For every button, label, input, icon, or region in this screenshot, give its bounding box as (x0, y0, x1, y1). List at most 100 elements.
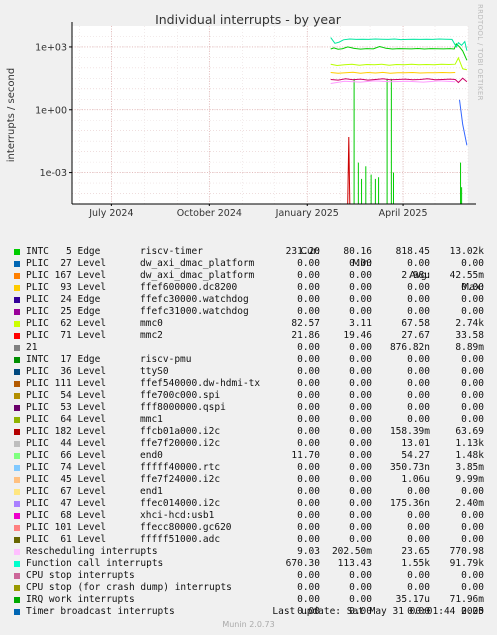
legend-min: 0.00 (349, 486, 372, 497)
legend-max: 770.98 (449, 546, 484, 557)
legend-cur: 0.00 (297, 402, 320, 413)
legend-avg: 0.00 (407, 294, 430, 305)
y-tick-label: 1e+00 (35, 105, 67, 116)
legend-source: INTC 17 Edge (26, 354, 101, 365)
legend-min: 202.50m (331, 546, 372, 557)
legend-device: ttyS0 (140, 366, 169, 377)
legend-min: 0.00 (349, 414, 372, 425)
legend-device: mmc2 (140, 330, 163, 341)
legend-min: 0.00 (349, 510, 372, 521)
legend-cur: 0.00 (297, 258, 320, 269)
legend-min: 0.00 (349, 534, 372, 545)
legend-min: 0.00 (349, 378, 372, 389)
legend-cur: 0.00 (297, 522, 320, 533)
legend-source: IRQ work interrupts (26, 594, 135, 605)
legend-max: 0.00 (461, 366, 484, 377)
legend-min: 0.00 (349, 282, 372, 293)
legend-max: 1.13k (455, 438, 484, 449)
rrdtool-credit: RRDTOOL / TOBI OETIKER (476, 4, 484, 101)
munin-version: Munin 2.0.73 (222, 620, 275, 629)
x-tick-label: April 2025 (379, 208, 428, 219)
legend-cur: 0.00 (297, 570, 320, 581)
x-tick-label: July 2024 (88, 208, 133, 219)
legend-cur: 0.00 (297, 306, 320, 317)
legend-source: PLIC 62 Level (26, 318, 107, 329)
legend-cur: 0.00 (297, 282, 320, 293)
legend-cur: 0.00 (297, 378, 320, 389)
legend-avg: 1.55k (401, 558, 430, 569)
legend-source: PLIC 182 Level (26, 426, 107, 437)
legend-avg: 0.00 (407, 402, 430, 413)
legend-source: PLIC 44 Level (26, 438, 107, 449)
legend-cur: 0.00 (297, 498, 320, 509)
legend-min: 0.00 (349, 474, 372, 485)
legend-cur: 82.57 (291, 318, 320, 329)
legend-device: ffe7f24000.i2c (140, 474, 221, 485)
legend-cur: 0.00 (297, 438, 320, 449)
legend-device: ffe700c000.spi (140, 390, 221, 401)
legend-source: PLIC 54 Level (26, 390, 107, 401)
legend-device: fffff51000.adc (140, 534, 221, 545)
x-tick-label: January 2025 (275, 208, 339, 219)
legend-max: 0.00 (461, 486, 484, 497)
legend-cur: 0.00 (297, 270, 320, 281)
legend-device: ffef600000.dc8200 (140, 282, 238, 293)
legend-source: PLIC 71 Level (26, 330, 107, 341)
legend-max: 63.69 (455, 426, 484, 437)
legend-min: 0.00 (349, 342, 372, 353)
legend-cur: 0.00 (297, 390, 320, 401)
legend-max: 1.48k (455, 450, 484, 461)
legend-swatch (14, 249, 20, 255)
legend-swatch (14, 381, 20, 387)
legend-min: 0.00 (349, 450, 372, 461)
legend-avg: 818.45 (395, 246, 430, 257)
legend-min: 0.00 (349, 390, 372, 401)
legend-device: ffcb01a000.i2c (140, 426, 221, 437)
legend-device: ffec014000.i2c (140, 498, 221, 509)
legend-swatch (14, 525, 20, 531)
legend-swatch (14, 537, 20, 543)
legend-header: Cur: Min: Avg: Max: (0, 234, 484, 293)
legend-source: Rescheduling interrupts (26, 546, 158, 557)
legend-min: 0.00 (349, 462, 372, 473)
legend-avg: 67.58 (401, 318, 430, 329)
legend-avg: 13.01 (401, 438, 430, 449)
legend-max: 42.55m (449, 270, 484, 281)
legend-device: ffecc80000.gc620 (140, 522, 232, 533)
legend-source: PLIC 36 Level (26, 366, 107, 377)
legend-source: PLIC 67 Level (26, 486, 107, 497)
legend-min: 0.00 (349, 402, 372, 413)
legend-cur: 0.00 (297, 294, 320, 305)
legend-source: PLIC 61 Level (26, 534, 107, 545)
legend-avg: 35.17u (395, 594, 430, 605)
legend-swatch (14, 309, 20, 315)
legend-swatch (14, 417, 20, 423)
legend-min: 0.00 (349, 498, 372, 509)
legend-max: 0.00 (461, 354, 484, 365)
legend-cur: 11.70 (291, 450, 320, 461)
legend-avg: 0.00 (407, 570, 430, 581)
legend-max: 9.99m (455, 474, 484, 485)
legend-source: PLIC 47 Level (26, 498, 107, 509)
legend-avg: 175.36n (389, 498, 430, 509)
legend-swatch (14, 573, 20, 579)
legend-avg: 0.00 (407, 306, 430, 317)
legend-avg: 158.39m (389, 426, 430, 437)
legend-min: 0.00 (349, 306, 372, 317)
legend-swatch (14, 345, 20, 351)
legend-device: ffefc31000.watchdog (140, 306, 249, 317)
legend-avg: 0.00 (407, 366, 430, 377)
legend-source: PLIC 24 Edge (26, 294, 101, 305)
legend-swatch (14, 489, 20, 495)
legend-avg: 0.00 (407, 534, 430, 545)
legend-min: 0.00 (349, 426, 372, 437)
legend-min: 3.11 (349, 318, 372, 329)
legend-cur: 0.00 (297, 582, 320, 593)
legend-cur: 231.20 (285, 246, 320, 257)
legend-swatch (14, 513, 20, 519)
legend-min: 0.00 (349, 354, 372, 365)
legend-swatch (14, 441, 20, 447)
legend-min: 80.16 (343, 246, 372, 257)
legend-avg: 0.00 (407, 414, 430, 425)
legend-min: 0.00 (349, 582, 372, 593)
